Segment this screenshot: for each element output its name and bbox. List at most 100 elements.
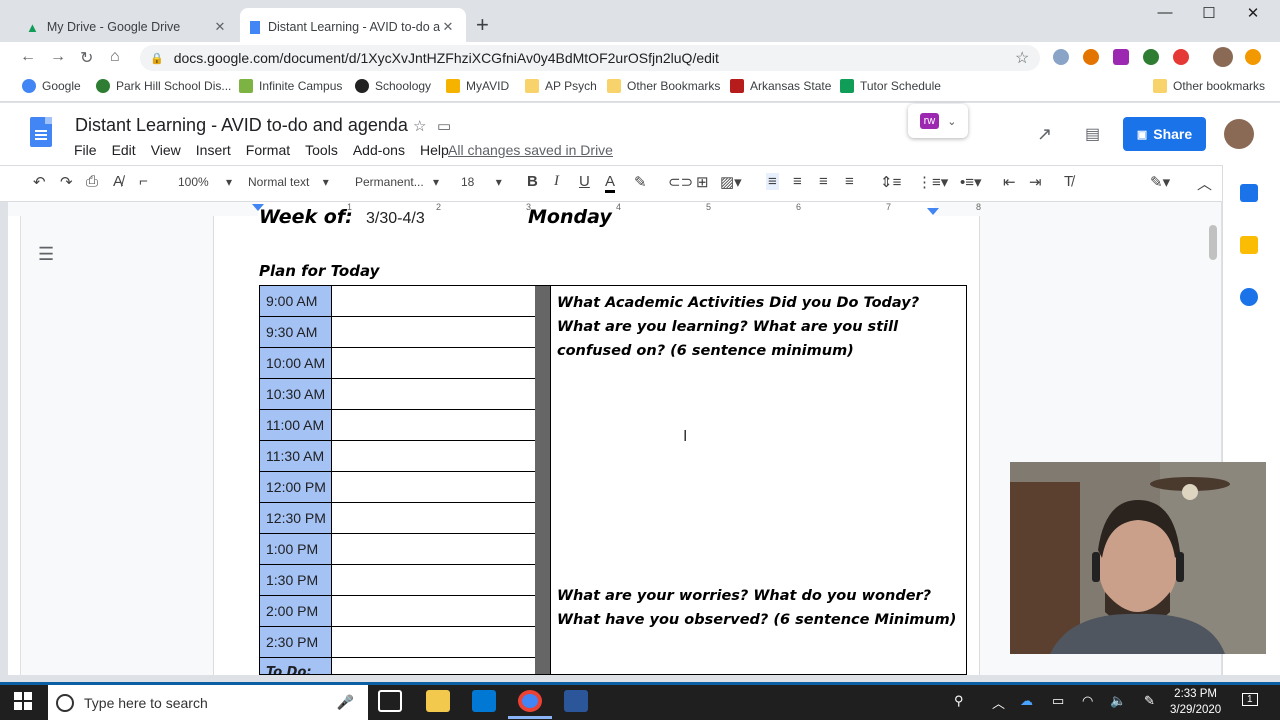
activity-cell[interactable] <box>332 379 536 410</box>
menu-view[interactable]: View <box>151 142 181 158</box>
comments-icon[interactable]: ▤ <box>1085 124 1100 144</box>
profile-avatar[interactable] <box>1213 47 1233 67</box>
redo-icon[interactable]: ↷ <box>60 173 73 191</box>
volume-icon[interactable]: 🔈 <box>1110 693 1126 709</box>
outlook-icon[interactable] <box>472 690 496 712</box>
activity-cell[interactable] <box>332 441 536 472</box>
decrease-indent-icon[interactable]: ⇤ <box>1003 173 1016 191</box>
bookmark-item[interactable]: Schoology <box>355 79 431 93</box>
taskbar-search[interactable]: Type here to search 🎤 <box>48 685 368 720</box>
bookmark-item[interactable]: AP Psych <box>525 79 597 93</box>
bold-icon[interactable]: B <box>527 173 538 190</box>
activity-cell[interactable] <box>332 317 536 348</box>
word-icon[interactable] <box>564 690 588 712</box>
move-folder-icon[interactable]: ▭ <box>437 117 451 135</box>
battery-icon[interactable]: ▭ <box>1052 693 1064 709</box>
tasks-icon[interactable] <box>1240 288 1258 306</box>
schedule-table[interactable]: 9:00 AM 9:30 AM 10:00 AM 10:30 AM 11:00 … <box>259 285 967 675</box>
font-select[interactable]: Permanent... ▾ <box>355 175 439 189</box>
forward-icon[interactable]: → <box>50 48 66 66</box>
paint-format-icon[interactable]: ⌐ <box>139 173 148 190</box>
menu-format[interactable]: Format <box>246 142 290 158</box>
extension-icon[interactable] <box>1113 49 1129 65</box>
justify-icon[interactable]: ≡ <box>845 173 854 190</box>
new-tab-icon[interactable]: + <box>476 12 489 38</box>
chrome-icon[interactable] <box>518 690 542 712</box>
notifications-icon[interactable]: 1 <box>1242 693 1258 706</box>
calendar-icon[interactable] <box>1240 184 1258 202</box>
tab-distant-learning[interactable]: Distant Learning - AVID to-do an ✕ <box>240 8 466 46</box>
other-bookmarks[interactable]: Other bookmarks <box>1153 79 1265 93</box>
document-outline-icon[interactable]: ☰ <box>38 244 54 265</box>
align-center-icon[interactable]: ≡ <box>793 173 802 190</box>
numbered-list-icon[interactable]: ⋮≡▾ <box>917 173 948 191</box>
activity-cell[interactable] <box>332 534 536 565</box>
menu-tools[interactable]: Tools <box>305 142 338 158</box>
bookmark-item[interactable]: Infinite Campus <box>239 79 342 93</box>
system-clock[interactable]: 2:33 PM 3/29/2020 <box>1170 686 1221 718</box>
document-title[interactable]: Distant Learning - AVID to-do and agenda <box>75 115 408 136</box>
maximize-icon[interactable]: ☐ <box>1186 4 1232 22</box>
extension-icon[interactable] <box>1143 49 1159 65</box>
activity-cell[interactable] <box>332 565 536 596</box>
onedrive-icon[interactable]: ☁ <box>1020 693 1033 709</box>
editing-mode-icon[interactable]: ✎▾ <box>1150 173 1170 191</box>
star-icon[interactable]: ☆ <box>413 117 426 135</box>
zoom-select[interactable]: 100% ▾ <box>178 175 232 189</box>
clear-formatting-icon[interactable]: T̸ <box>1064 173 1073 190</box>
back-icon[interactable]: ← <box>20 48 36 66</box>
extension-icon[interactable] <box>1173 49 1189 65</box>
close-tab-icon[interactable]: ✕ <box>440 19 456 35</box>
activity-cell[interactable] <box>332 596 536 627</box>
spellcheck-icon[interactable]: A̸ <box>113 173 123 190</box>
home-icon[interactable]: ⌂ <box>110 48 120 66</box>
insert-image-icon[interactable]: ▨▾ <box>720 173 742 191</box>
font-size-select[interactable]: 18 ▾ <box>461 175 502 189</box>
underline-icon[interactable]: U <box>579 173 590 190</box>
activity-trend-icon[interactable]: ↗ <box>1037 124 1052 145</box>
style-select[interactable]: Normal text ▾ <box>248 175 329 189</box>
bookmark-item[interactable]: Park Hill School Dis... <box>96 79 231 93</box>
print-icon[interactable]: ⎙ <box>86 173 98 190</box>
undo-icon[interactable]: ↶ <box>33 173 46 191</box>
docs-logo-icon[interactable] <box>30 117 52 147</box>
activity-cell[interactable] <box>332 503 536 534</box>
show-hidden-icons[interactable]: ︿ <box>992 693 1005 712</box>
url-input[interactable]: 🔒 docs.google.com/document/d/1XycXvJntHZ… <box>140 45 1040 71</box>
menu-insert[interactable]: Insert <box>196 142 231 158</box>
keep-icon[interactable] <box>1240 236 1258 254</box>
align-right-icon[interactable]: ≡ <box>819 173 828 190</box>
close-window-icon[interactable]: ✕ <box>1230 4 1276 22</box>
bookmark-item[interactable]: Google <box>22 79 81 93</box>
menu-edit[interactable]: Edit <box>112 142 136 158</box>
pen-icon[interactable]: ✎ <box>1144 693 1155 709</box>
bookmark-item[interactable]: Arkansas State <box>730 79 831 93</box>
bookmark-star-icon[interactable]: ☆ <box>1015 48 1029 68</box>
update-alert-icon[interactable] <box>1245 49 1261 65</box>
extension-icon[interactable] <box>1083 49 1099 65</box>
close-tab-icon[interactable]: ✕ <box>212 19 228 35</box>
share-button[interactable]: ▣ Share <box>1123 117 1206 151</box>
increase-indent-icon[interactable]: ⇥ <box>1029 173 1042 191</box>
menu-addons[interactable]: Add-ons <box>353 142 405 158</box>
right-indent-marker[interactable] <box>927 208 939 215</box>
bookmark-item[interactable]: Tutor Schedule <box>840 79 941 93</box>
activity-cell[interactable] <box>332 472 536 503</box>
extension-icon[interactable] <box>1053 49 1069 65</box>
activity-cell[interactable] <box>332 348 536 379</box>
scrollbar-thumb[interactable] <box>1209 225 1217 260</box>
activity-cell[interactable] <box>332 286 536 317</box>
add-comment-icon[interactable]: ⊞ <box>696 173 709 191</box>
windows-start-icon[interactable] <box>14 692 32 710</box>
menu-help[interactable]: Help <box>420 142 449 158</box>
align-left-icon[interactable]: ≡ <box>766 173 779 190</box>
collapse-menu-icon[interactable]: ︿ <box>1197 173 1212 194</box>
microphone-icon[interactable]: 🎤 <box>337 694 354 711</box>
save-status[interactable]: All changes saved in Drive <box>448 142 613 158</box>
italic-icon[interactable]: I <box>554 173 559 190</box>
people-icon[interactable]: ⚲ <box>954 693 964 709</box>
text-color-icon[interactable]: A <box>605 173 616 193</box>
link-icon[interactable]: ⊂⊃ <box>668 173 693 191</box>
file-explorer-icon[interactable] <box>426 690 450 712</box>
menu-file[interactable]: File <box>74 142 97 158</box>
